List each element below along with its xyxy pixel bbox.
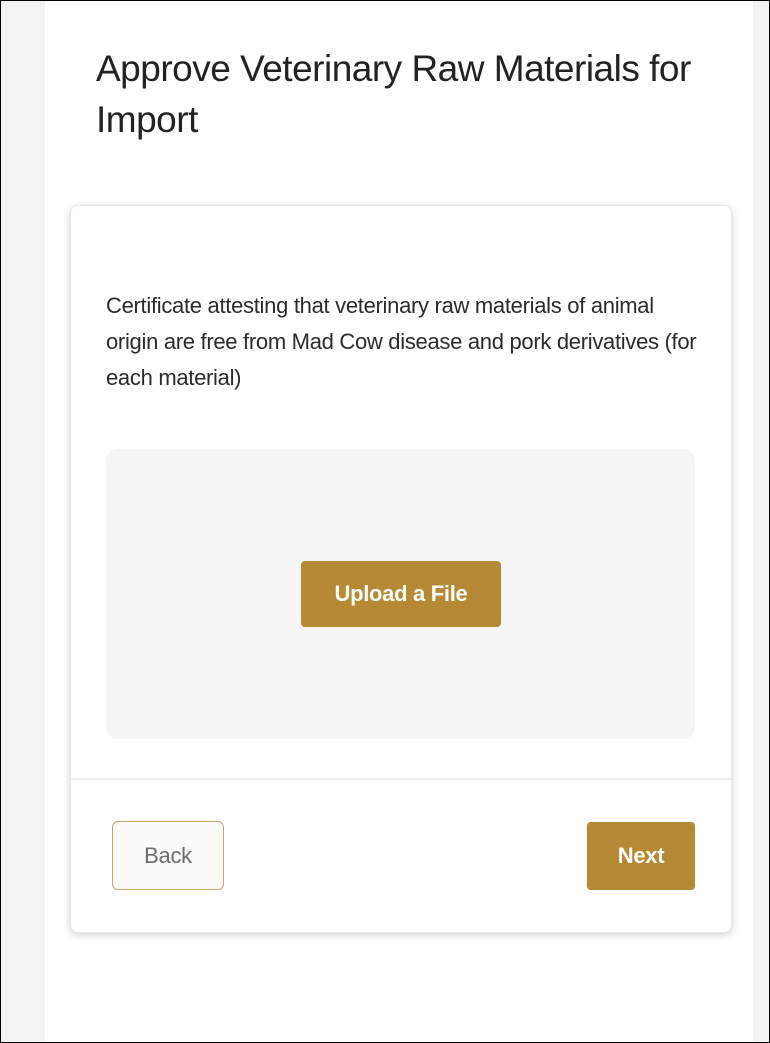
upload-card: Certificate attesting that veterinary ra…: [70, 205, 732, 933]
back-button[interactable]: Back: [112, 821, 224, 890]
upload-file-button[interactable]: Upload a File: [301, 561, 501, 627]
next-button[interactable]: Next: [587, 822, 695, 890]
page-title: Approve Veterinary Raw Materials for Imp…: [96, 48, 691, 140]
card-divider: [71, 778, 731, 780]
left-gutter: [1, 1, 45, 1042]
right-gutter: [753, 1, 769, 1042]
file-drop-zone[interactable]: Upload a File: [106, 449, 695, 739]
document-description: Certificate attesting that veterinary ra…: [106, 293, 697, 390]
main-content: Approve Veterinary Raw Materials for Imp…: [46, 1, 752, 1042]
